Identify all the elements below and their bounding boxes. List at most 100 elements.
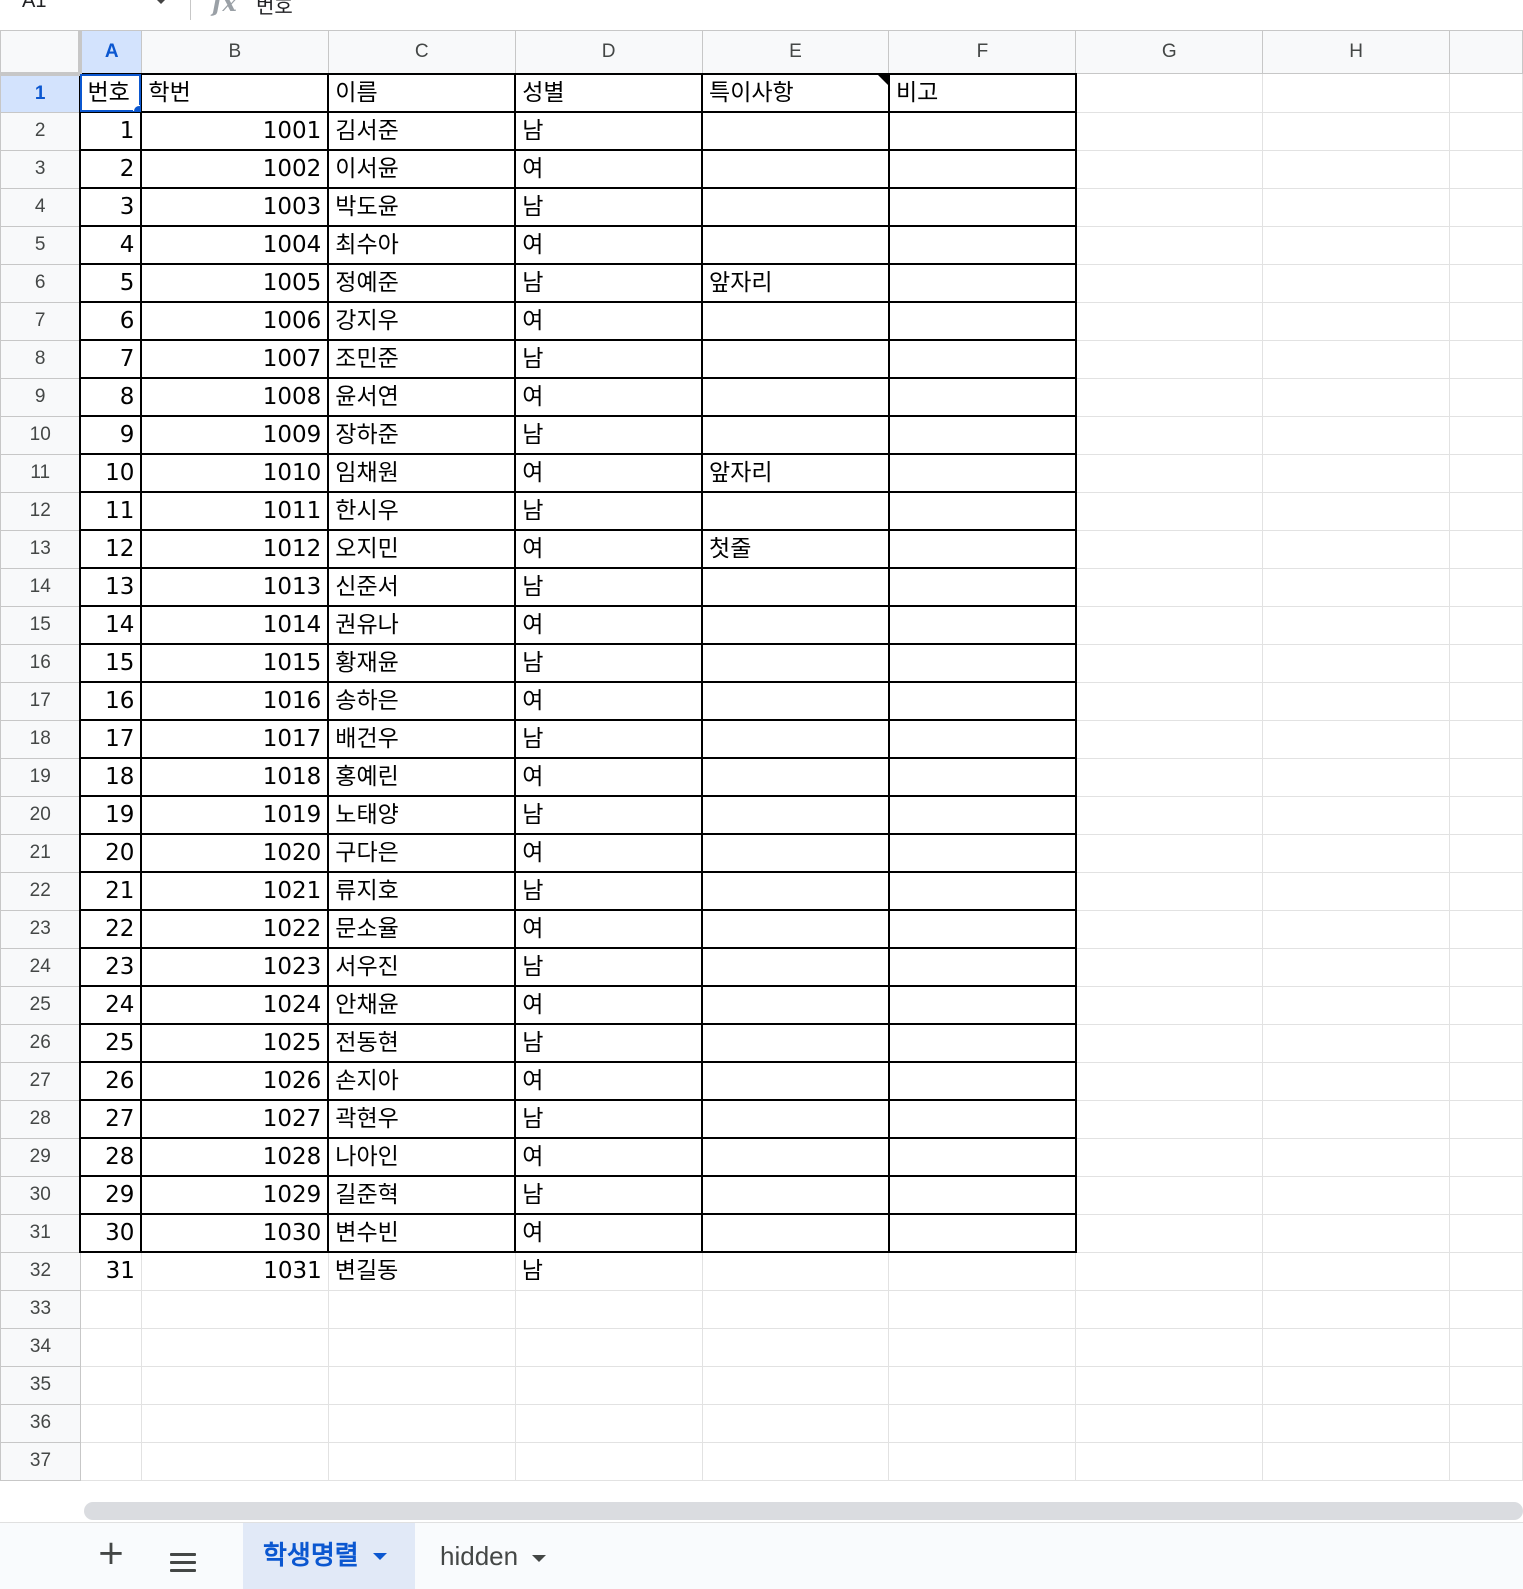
cell[interactable] — [1075, 833, 1264, 873]
cell[interactable] — [1448, 149, 1523, 189]
cell[interactable]: 전동현 — [327, 1023, 517, 1063]
cell[interactable] — [140, 1289, 329, 1329]
sheet-tab-active[interactable]: 학생명렬 — [243, 1523, 415, 1589]
cell[interactable] — [701, 909, 890, 949]
cell[interactable]: 1014 — [140, 605, 330, 645]
formula-input[interactable]: 번호 — [256, 0, 293, 19]
cell[interactable]: 여 — [514, 225, 704, 265]
cell[interactable] — [1448, 1099, 1523, 1139]
cell[interactable]: 1004 — [140, 225, 330, 265]
cell[interactable]: 1028 — [140, 1137, 330, 1177]
cell[interactable] — [1448, 757, 1523, 797]
cell[interactable]: 17 — [79, 719, 143, 759]
cell[interactable] — [1075, 111, 1264, 151]
cell[interactable] — [1262, 1099, 1450, 1139]
cell[interactable]: 안채윤 — [327, 985, 517, 1025]
cell[interactable]: 1031 — [140, 1251, 329, 1291]
cell[interactable] — [1262, 263, 1450, 303]
cell[interactable]: 여 — [514, 453, 704, 493]
cell[interactable]: 1009 — [140, 415, 330, 455]
cell[interactable] — [327, 1327, 516, 1367]
column-header-a[interactable]: A — [79, 30, 142, 74]
header-cell[interactable]: 특이사항 — [701, 72, 890, 113]
cell[interactable] — [1448, 1441, 1523, 1481]
cell[interactable] — [887, 871, 1077, 911]
cell[interactable]: 10 — [79, 453, 143, 493]
cell[interactable] — [701, 1175, 890, 1215]
row-header[interactable]: 6 — [0, 263, 81, 303]
cell[interactable] — [701, 415, 890, 455]
cell[interactable]: 구다은 — [327, 833, 517, 873]
cell[interactable] — [1262, 681, 1450, 721]
cell[interactable]: 앞자리 — [701, 453, 890, 493]
cell[interactable] — [701, 567, 890, 607]
cell[interactable]: 1029 — [140, 1175, 330, 1215]
cell[interactable] — [888, 1251, 1077, 1291]
cell[interactable] — [140, 1365, 329, 1405]
cell[interactable] — [887, 187, 1077, 227]
cell[interactable]: 1011 — [140, 491, 330, 531]
cell[interactable] — [1075, 871, 1264, 911]
row-header[interactable]: 34 — [0, 1327, 81, 1367]
cell[interactable] — [701, 491, 890, 531]
row-header[interactable]: 15 — [0, 605, 81, 645]
cell[interactable] — [887, 377, 1077, 417]
cell[interactable] — [1075, 1365, 1264, 1405]
cell[interactable]: 7 — [79, 339, 143, 379]
cell[interactable]: 1003 — [140, 187, 330, 227]
row-header[interactable]: 31 — [0, 1213, 81, 1253]
row-header[interactable]: 27 — [0, 1061, 81, 1101]
cell[interactable] — [1075, 1023, 1264, 1063]
cell[interactable] — [327, 1365, 516, 1405]
cell[interactable]: 여 — [514, 529, 704, 569]
cell[interactable]: 24 — [79, 985, 143, 1025]
cell[interactable] — [1075, 795, 1264, 835]
cell[interactable] — [701, 795, 890, 835]
cell[interactable]: 나아인 — [327, 1137, 517, 1177]
cell[interactable] — [887, 339, 1077, 379]
cell[interactable] — [79, 1289, 142, 1329]
cell[interactable] — [701, 833, 890, 873]
cell[interactable]: 남 — [514, 1023, 704, 1063]
cell[interactable]: 남 — [514, 795, 704, 835]
cell[interactable] — [887, 681, 1077, 721]
cell[interactable] — [327, 1441, 516, 1481]
row-header[interactable]: 11 — [0, 453, 81, 493]
row-header[interactable]: 17 — [0, 681, 81, 721]
cell[interactable]: 1001 — [140, 111, 330, 151]
cell[interactable] — [1075, 681, 1264, 721]
cell[interactable] — [887, 719, 1077, 759]
cell[interactable] — [1448, 1289, 1523, 1329]
row-header[interactable]: 1 — [0, 73, 81, 113]
cell[interactable] — [888, 1327, 1077, 1367]
cell[interactable] — [1448, 567, 1523, 607]
cell[interactable] — [1262, 1403, 1450, 1443]
cell[interactable] — [140, 1403, 329, 1443]
row-header[interactable]: 32 — [0, 1251, 81, 1291]
cell[interactable] — [1075, 1289, 1264, 1329]
cell[interactable] — [1448, 719, 1523, 759]
row-header[interactable]: 10 — [0, 415, 81, 455]
cell[interactable] — [1448, 1213, 1523, 1253]
cell[interactable] — [701, 149, 890, 189]
cell[interactable]: 14 — [79, 605, 143, 645]
cell[interactable] — [701, 225, 890, 265]
cell[interactable] — [1262, 985, 1450, 1025]
note-indicator-icon[interactable] — [877, 75, 887, 85]
cell[interactable]: 강지우 — [327, 301, 517, 341]
cell[interactable]: 13 — [79, 567, 143, 607]
cell[interactable] — [1075, 947, 1264, 987]
cell[interactable] — [701, 643, 890, 683]
row-header[interactable]: 20 — [0, 795, 81, 835]
cell[interactable] — [1262, 871, 1450, 911]
cell[interactable] — [1075, 339, 1264, 379]
column-header-g[interactable]: G — [1075, 30, 1264, 74]
column-header-i[interactable] — [1448, 30, 1523, 74]
cell[interactable] — [887, 301, 1077, 341]
row-header[interactable]: 5 — [0, 225, 81, 265]
cell[interactable] — [701, 1441, 890, 1481]
cell[interactable]: 1021 — [140, 871, 330, 911]
cell[interactable] — [1448, 1403, 1523, 1443]
cell[interactable] — [701, 605, 890, 645]
cell[interactable] — [1448, 833, 1523, 873]
